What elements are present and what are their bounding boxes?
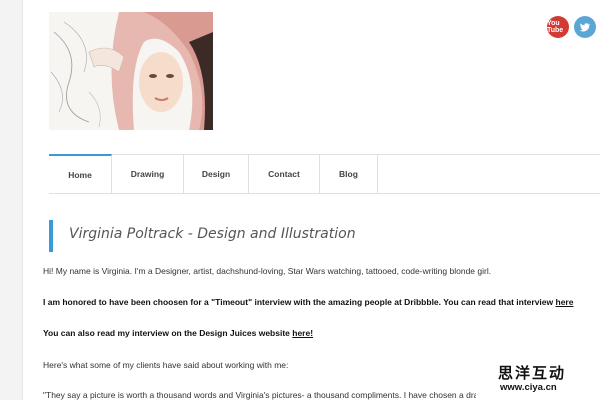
- timeout-interview-link[interactable]: here: [556, 297, 574, 307]
- watermark-url: www.ciya.cn: [500, 382, 557, 393]
- nav-item-blog[interactable]: Blog: [320, 155, 378, 193]
- design-juices-text: You can also read my interview on the De…: [43, 328, 293, 338]
- youtube-icon[interactable]: You Tube: [547, 16, 569, 38]
- intro-paragraph: Hi! My name is Virginia. I'm a Designer,…: [43, 266, 492, 276]
- twitter-bird-icon: [579, 23, 590, 32]
- nav-item-design[interactable]: Design: [184, 155, 249, 193]
- page-container: You Tube Home Drawing Design Contact Blo…: [22, 0, 600, 400]
- main-nav: Home Drawing Design Contact Blog: [49, 154, 600, 194]
- nav-item-home[interactable]: Home: [49, 154, 112, 193]
- timeout-text: I am honored to have been choosen for a …: [43, 297, 556, 307]
- page-title: Virginia Poltrack - Design and Illustrat…: [69, 226, 356, 242]
- design-juices-link[interactable]: here!: [292, 328, 313, 338]
- youtube-label: You Tube: [547, 20, 564, 34]
- timeout-paragraph: I am honored to have been choosen for a …: [43, 297, 600, 307]
- header-portrait-image: [49, 12, 213, 130]
- nav-item-contact[interactable]: Contact: [249, 155, 320, 193]
- watermark-chinese-text: 思洋互动: [498, 365, 567, 382]
- design-juices-paragraph: You can also read my interview on the De…: [43, 328, 600, 338]
- watermark: 思洋互动 www.ciya.cn: [476, 360, 600, 400]
- nav-item-drawing[interactable]: Drawing: [112, 155, 184, 193]
- twitter-icon[interactable]: [574, 16, 596, 38]
- title-accent-bar: [49, 220, 53, 252]
